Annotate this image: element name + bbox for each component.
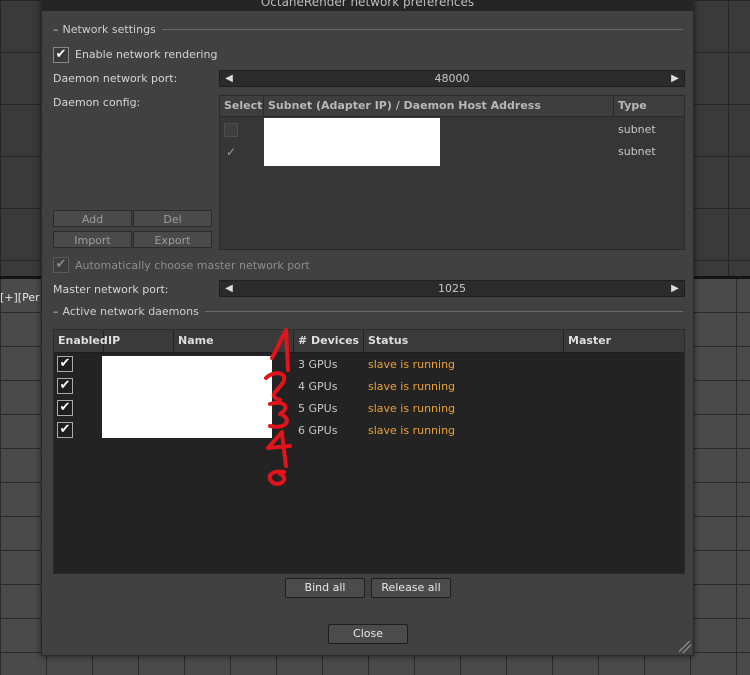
import-button[interactable]: Import [53,231,132,248]
master-port-spinner[interactable]: ◀ 1025 ▶ [219,280,685,297]
column-master[interactable]: Master [564,330,684,352]
del-button[interactable]: Del [133,210,212,227]
column-type[interactable]: Type [614,96,684,116]
enabled-checkbox[interactable]: ✔ [57,356,73,372]
table-header: Enabled IP Address Name # Devices Status… [54,330,684,369]
devices-cell: 4 GPUs [298,380,338,393]
enable-network-rendering-label: Enable network rendering [75,48,218,61]
master-port-value: 1025 [438,282,466,295]
bind-all-button[interactable]: Bind all [285,578,365,598]
checkmark-icon: ✔ [59,422,71,437]
add-button[interactable]: Add [53,210,132,227]
table-row[interactable]: ✔ 4 GPUs slave is running [54,375,684,397]
release-all-button[interactable]: Release all [371,578,451,598]
column-select[interactable]: Select [220,96,264,116]
daemon-port-spinner[interactable]: ◀ 48000 ▶ [219,70,685,87]
table-row[interactable]: ✔ 6 GPUs slave is running [54,419,684,441]
table-row[interactable]: ✔ 3 GPUs slave is running [54,353,684,375]
arrow-right-icon[interactable]: ▶ [669,71,681,86]
arrow-right-icon[interactable]: ▶ [669,281,681,296]
auto-master-port-label: Automatically choose master network port [75,259,310,272]
devices-cell: 6 GPUs [298,424,338,437]
close-button[interactable]: Close [328,624,408,644]
network-settings-section: – Network settings [53,22,683,36]
export-button[interactable]: Export [133,231,212,248]
checkmark-icon: ✔ [59,400,71,415]
devices-cell: 3 GPUs [298,358,338,371]
section-title: Network settings [62,22,156,36]
checkmark-icon: ✔ [55,47,67,62]
column-status[interactable]: Status [364,330,564,352]
resize-grip-icon[interactable] [679,641,691,653]
status-cell: slave is running [368,424,456,437]
checkmark-icon: ✓ [225,145,237,159]
enabled-checkbox[interactable]: ✔ [57,378,73,394]
checkmark-icon: ✔ [55,257,67,272]
master-port-label: Master network port: [53,283,169,296]
daemon-config-table: Select Subnet (Adapter IP) / Daemon Host… [219,95,685,250]
table-row[interactable]: ✔ 5 GPUs slave is running [54,397,684,419]
daemon-port-value: 48000 [434,72,470,85]
row-select-checkbox[interactable]: ✓ [224,145,238,159]
enabled-checkbox[interactable]: ✔ [57,422,73,438]
daemon-port-label: Daemon network port: [53,72,178,85]
column-enabled[interactable]: Enabled [54,330,108,352]
arrow-left-icon[interactable]: ◀ [223,281,235,296]
row-type: subnet [618,123,656,136]
redacted-address [264,118,440,166]
column-ip-address[interactable]: IP Address [104,330,174,369]
arrow-left-icon[interactable]: ◀ [223,71,235,86]
network-preferences-dialog: OctaneRender network preferences – Netwo… [41,0,694,656]
status-cell: slave is running [368,358,456,371]
row-select-checkbox[interactable] [224,123,238,137]
checkmark-icon: ✔ [59,356,71,371]
row-type: subnet [618,145,656,158]
status-cell: slave is running [368,380,456,393]
enabled-checkbox[interactable]: ✔ [57,400,73,416]
active-daemons-section: – Active network daemons [53,304,683,318]
dialog-title: OctaneRender network preferences [42,0,693,11]
red-annotation-scribble [264,328,292,486]
column-subnet[interactable]: Subnet (Adapter IP) / Daemon Host Addres… [264,96,614,116]
table-header: Select Subnet (Adapter IP) / Daemon Host… [220,96,684,117]
checkmark-icon: ✔ [59,378,71,393]
devices-cell: 5 GPUs [298,402,338,415]
active-daemons-table: Enabled IP Address Name # Devices Status… [53,329,685,574]
auto-master-port-checkbox[interactable]: ✔ [53,257,69,273]
viewport-label[interactable]: [+][Per [0,291,40,304]
section-title: Active network daemons [62,304,199,318]
daemon-config-label: Daemon config: [53,96,141,109]
enable-network-rendering-checkbox[interactable]: ✔ [53,47,69,63]
status-cell: slave is running [368,402,456,415]
column-devices[interactable]: # Devices [294,330,364,352]
